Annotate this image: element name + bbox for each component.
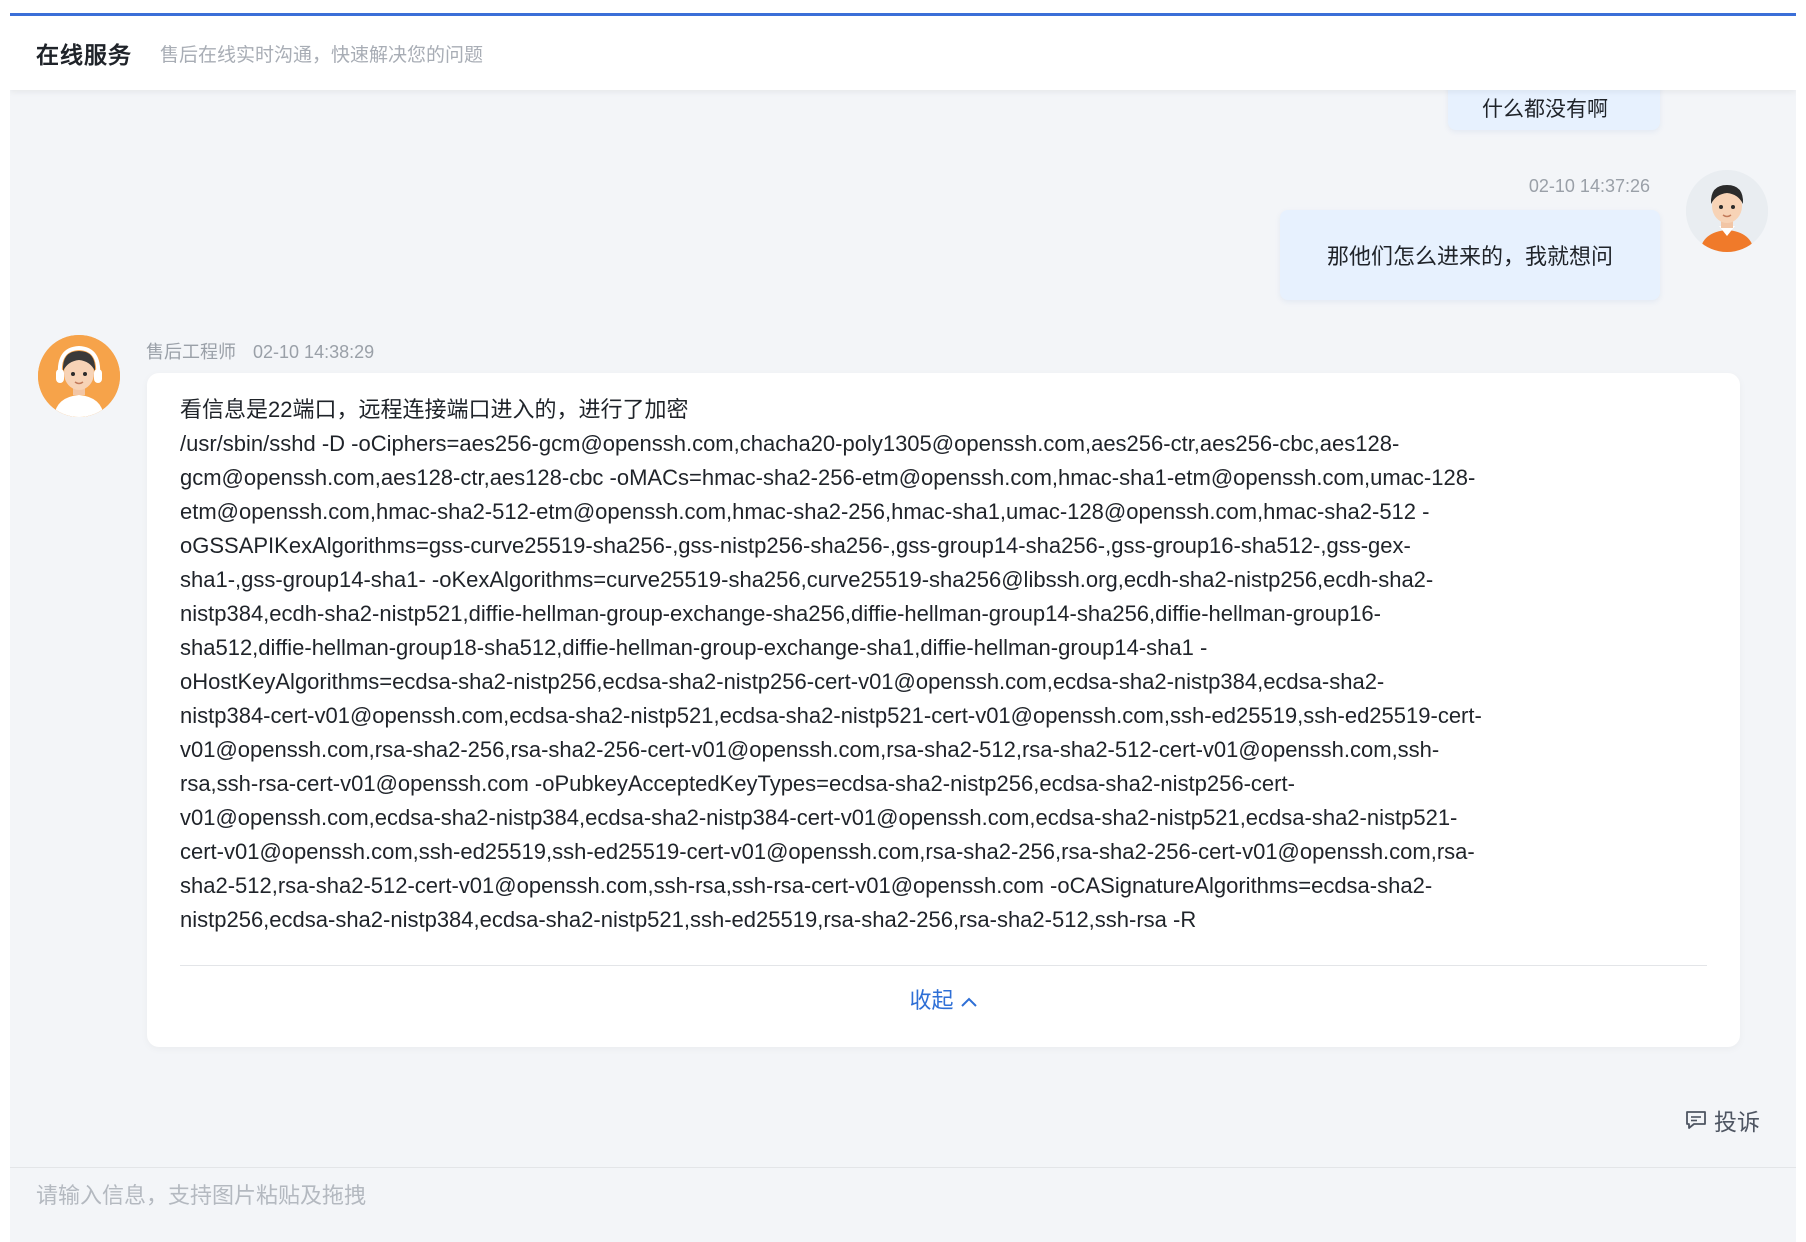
engineer-message-meta: 售后工程师 02-10 14:38:29	[146, 338, 374, 364]
message-line: nistp384-cert-v01@openssh.com,ecdsa-sha2…	[180, 703, 1482, 728]
user-message-time: 02-10 14:37:26	[1528, 176, 1650, 196]
user-avatar	[1686, 170, 1768, 252]
message-line: gcm@openssh.com,aes128-ctr,aes128-cbc -o…	[180, 465, 1476, 490]
previous-user-bubble: 什么都没有啊	[1448, 90, 1660, 130]
previous-user-text: 什么都没有啊	[1482, 98, 1608, 121]
engineer-message-card: 看信息是22端口，远程连接端口进入的，进行了加密 /usr/sbin/sshd …	[147, 373, 1740, 1047]
message-line: cert-v01@openssh.com,ssh-ed25519,ssh-ed2…	[180, 839, 1475, 864]
message-line: 看信息是22端口，远程连接端口进入的，进行了加密	[180, 397, 689, 422]
engineer-avatar-image	[38, 335, 120, 417]
header: 在线服务 售后在线实时沟通，快速解决您的问题	[10, 16, 1796, 90]
chevron-up-icon	[960, 997, 977, 1007]
input-area	[10, 1167, 1796, 1242]
user-avatar-image	[1686, 170, 1768, 252]
message-line: sha2-512,rsa-sha2-512-cert-v01@openssh.c…	[180, 873, 1433, 898]
message-line: sha1-,gss-group14-sha1- -oKexAlgorithms=…	[180, 567, 1434, 592]
page-title: 在线服务	[36, 42, 132, 68]
message-line: oGSSAPIKexAlgorithms=gss-curve25519-sha2…	[180, 533, 1411, 558]
message-input[interactable]	[36, 1178, 1736, 1238]
complaint-label: 投诉	[1714, 1109, 1760, 1135]
message-line: etm@openssh.com,hmac-sha2-512-etm@openss…	[180, 499, 1430, 524]
engineer-message-text: 看信息是22端口，远程连接端口进入的，进行了加密 /usr/sbin/sshd …	[180, 393, 1710, 937]
page-subtitle: 售后在线实时沟通，快速解决您的问题	[160, 44, 484, 66]
message-line: v01@openssh.com,rsa-sha2-256,rsa-sha2-25…	[180, 737, 1440, 762]
user-message-bubble: 那他们怎么进来的，我就想问	[1280, 210, 1660, 300]
message-line: nistp384,ecdh-sha2-nistp521,diffie-hellm…	[180, 601, 1381, 626]
comment-icon	[1686, 1111, 1706, 1129]
message-line: rsa,ssh-rsa-cert-v01@openssh.com -oPubke…	[180, 771, 1295, 796]
collapse-label: 收起	[909, 988, 954, 1013]
engineer-name: 售后工程师	[146, 342, 236, 362]
message-line: /usr/sbin/sshd -D -oCiphers=aes256-gcm@o…	[180, 431, 1400, 456]
engineer-message-time: 02-10 14:38:29	[253, 342, 375, 362]
chat-window: 在线服务 售后在线实时沟通，快速解决您的问题 什么都没有啊 02-10 14:3…	[10, 13, 1796, 1242]
message-line: sha512,diffie-hellman-group18-sha512,dif…	[180, 635, 1208, 660]
collapse-button[interactable]: 收起	[147, 983, 1740, 1015]
message-line: nistp256,ecdsa-sha2-nistp384,ecdsa-sha2-…	[180, 907, 1197, 932]
message-line: v01@openssh.com,ecdsa-sha2-nistp384,ecds…	[180, 805, 1458, 830]
card-divider	[180, 965, 1707, 966]
message-list[interactable]: 什么都没有啊 02-10 14:37:26 那他们怎么进来的，我就想问 售后工程…	[10, 90, 1796, 1167]
message-line: oHostKeyAlgorithms=ecdsa-sha2-nistp256,e…	[180, 669, 1385, 694]
engineer-avatar	[38, 335, 120, 417]
complaint-button[interactable]: 投诉	[1684, 1103, 1760, 1137]
